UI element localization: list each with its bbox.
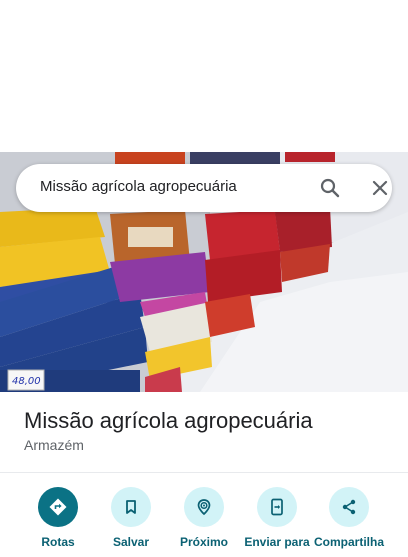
save-button[interactable]: Salvar bbox=[91, 487, 171, 557]
search-bar[interactable]: Missão agrícola agropecuária bbox=[16, 164, 392, 212]
search-query-text[interactable]: Missão agrícola agropecuária bbox=[40, 178, 237, 195]
price-tag-text: 48,00 bbox=[12, 376, 41, 387]
share-button[interactable]: Compartilha bbox=[309, 487, 389, 557]
save-label: Salvar bbox=[112, 535, 150, 549]
directions-button[interactable]: Rotas bbox=[18, 487, 98, 557]
directions-label: Rotas bbox=[41, 535, 75, 549]
nearby-icon bbox=[184, 487, 224, 527]
divider bbox=[0, 472, 408, 473]
close-icon[interactable] bbox=[368, 176, 392, 200]
search-icon[interactable] bbox=[318, 176, 342, 200]
map-blank-area bbox=[0, 0, 408, 152]
share-icon bbox=[329, 487, 369, 527]
place-category[interactable]: Armazém bbox=[24, 437, 84, 453]
share-label: Compartilha bbox=[313, 535, 384, 549]
nearby-button[interactable]: Próximo bbox=[164, 487, 244, 557]
send-to-phone-icon bbox=[257, 487, 297, 527]
send-to-phone-button[interactable]: Enviar para bbox=[237, 487, 317, 557]
bookmark-icon bbox=[111, 487, 151, 527]
send-to-phone-label: Enviar para bbox=[244, 535, 310, 549]
nearby-label: Próximo bbox=[179, 535, 228, 549]
directions-icon bbox=[38, 487, 78, 527]
place-title: Missão agrícola agropecuária bbox=[24, 408, 313, 433]
